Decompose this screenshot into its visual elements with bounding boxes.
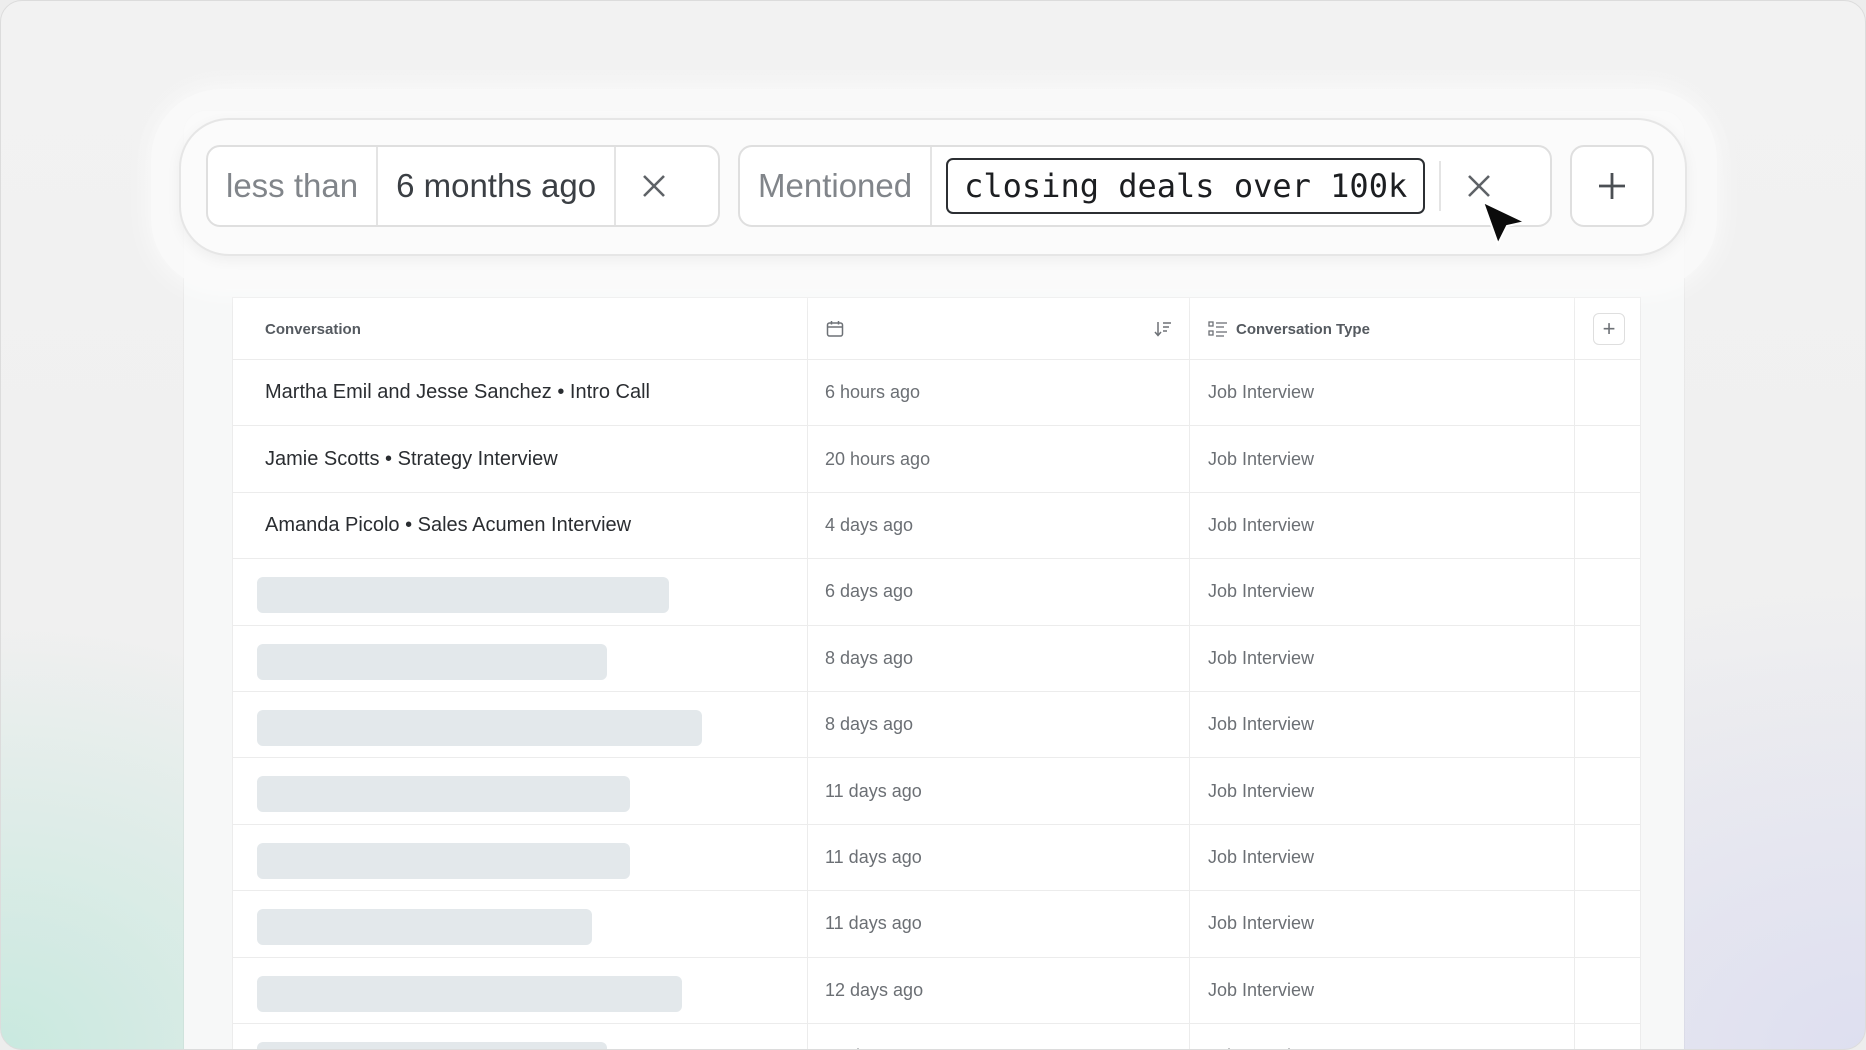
close-icon [643, 175, 665, 197]
filter-value[interactable]: 6 months ago [378, 147, 614, 225]
table-row[interactable]: 11 days ago Job Interview [233, 891, 1640, 958]
table-row[interactable]: 13 days ago Job Interview [233, 1024, 1640, 1049]
conversation-type: Job Interview [1208, 647, 1315, 668]
conversation-date: 8 days ago [825, 714, 914, 735]
sort-descending-icon [1154, 322, 1171, 337]
table-row[interactable]: 8 days ago Job Interview [233, 692, 1640, 759]
loading-placeholder [257, 1041, 607, 1049]
conversation-title[interactable]: Jamie Scotts • Strategy Interview [265, 426, 558, 491]
list-icon [1208, 321, 1227, 337]
conversation-date: 8 days ago [825, 647, 914, 668]
mentioned-text-input[interactable]: closing deals over 100k [946, 158, 1426, 214]
add-filter-button[interactable] [1570, 145, 1654, 227]
remove-filter-button[interactable] [616, 147, 692, 225]
loading-placeholder [257, 577, 669, 614]
column-header-type-label: Conversation Type [1236, 320, 1370, 338]
conversation-type: Job Interview [1208, 514, 1315, 535]
conversation-type: Job Interview [1208, 780, 1315, 801]
calendar-icon [826, 321, 844, 337]
filter-operator[interactable]: less than [208, 147, 376, 225]
table-row[interactable]: 8 days ago Job Interview [233, 626, 1640, 692]
loading-placeholder [257, 975, 682, 1012]
conversation-type: Job Interview [1208, 581, 1315, 602]
loading-placeholder [257, 643, 607, 680]
conversation-date: 11 days ago [825, 846, 922, 867]
loading-placeholder [257, 709, 702, 746]
conversation-date: 4 days ago [825, 514, 914, 535]
conversations-table: Conversation Conversation Type + Martha … [232, 297, 1641, 1049]
conversation-date: 12 days ago [825, 979, 924, 1000]
conversation-type: Job Interview [1208, 913, 1315, 934]
conversation-date: 11 days ago [825, 913, 922, 934]
conversation-date: 13 days ago [825, 1024, 923, 1049]
conversation-type: Job Interview [1208, 846, 1315, 867]
conversation-type: Job Interview [1208, 979, 1315, 1000]
conversation-title[interactable]: Martha Emil and Jesse Sanchez • Intro Ca… [265, 360, 650, 425]
column-header-date[interactable] [825, 298, 845, 360]
add-column-button[interactable]: + [1593, 313, 1625, 345]
table-row[interactable]: 11 days ago Job Interview [233, 825, 1640, 892]
chip-divider [930, 147, 933, 225]
table-row[interactable]: 11 days ago Job Interview [233, 758, 1640, 825]
screen-background: Conversation Conversation Type + Martha … [0, 0, 1866, 1050]
close-icon [1468, 175, 1491, 197]
column-header-conversation[interactable]: Conversation [265, 298, 361, 360]
conversation-type: Job Interview [1208, 382, 1315, 403]
conversation-date: 11 days ago [825, 780, 922, 801]
table-row[interactable]: 12 days ago Job Interview [233, 958, 1640, 1024]
conversation-type: Job Interview [1208, 1024, 1314, 1049]
conversation-type: Job Interview [1208, 448, 1315, 469]
conversation-date: 6 days ago [825, 581, 914, 602]
column-header-conversation-type[interactable]: Conversation Type [1208, 298, 1370, 360]
table-row[interactable]: Jamie Scotts • Strategy Interview 20 hour… [233, 426, 1640, 493]
table-row[interactable]: Martha Emil and Jesse Sanchez • Intro Ca… [233, 360, 1640, 427]
conversation-date: 6 hours ago [825, 382, 921, 403]
filter-field-label[interactable]: Mentioned [740, 147, 930, 225]
table-row[interactable]: 6 days ago Job Interview [233, 559, 1640, 626]
table-row[interactable]: Amanda Picolo • Sales Acumen Interview 4 … [233, 493, 1640, 560]
conversation-title[interactable]: Amanda Picolo • Sales Acumen Interview [265, 493, 631, 558]
sort-button[interactable] [1153, 298, 1173, 360]
plus-icon [1599, 173, 1625, 199]
conversation-date: 20 hours ago [825, 448, 931, 469]
plus-icon: + [1602, 316, 1616, 341]
loading-placeholder [257, 776, 630, 813]
loading-placeholder [257, 842, 630, 879]
loading-placeholder [257, 909, 592, 946]
filter-chip-date[interactable]: less than 6 months ago [206, 145, 720, 227]
table-header: Conversation Conversation Type + [233, 298, 1640, 360]
conversation-type: Job Interview [1208, 714, 1315, 735]
filter-chip-mentioned[interactable]: Mentioned closing deals over 100k [738, 145, 1552, 227]
table-body: Martha Emil and Jesse Sanchez • Intro Ca… [233, 360, 1640, 1049]
mouse-pointer-icon [1481, 200, 1529, 247]
